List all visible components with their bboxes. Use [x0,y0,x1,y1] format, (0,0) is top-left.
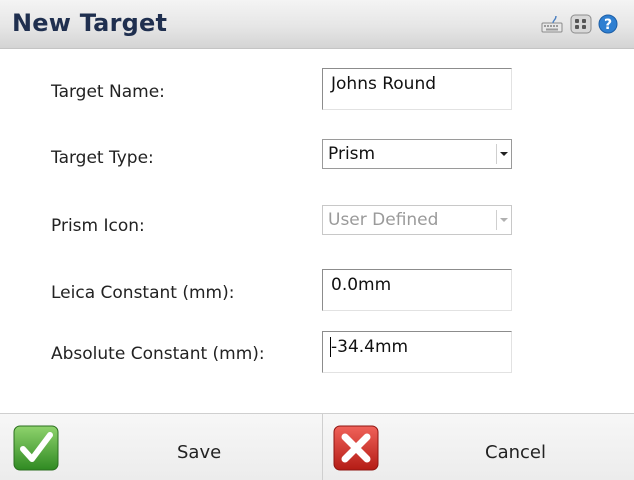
target-type-value: Prism [328,144,376,164]
chevron-down-icon [496,144,510,164]
grid-menu-icon[interactable] [570,14,592,34]
svg-text:?: ? [604,17,612,33]
close-icon [333,425,379,471]
prism-icon-select: User Defined [322,205,512,235]
keyboard-icon[interactable] [541,14,563,34]
checkmark-icon [13,425,59,471]
absolute-constant-value: -34.4mm [331,337,409,357]
save-button[interactable]: Save [0,414,322,480]
leica-constant-label: Leica Constant (mm): [51,283,235,303]
save-label: Save [177,442,222,463]
page-title: New Target [12,9,168,37]
bottom-bar: Save Cancel [0,413,634,480]
target-type-label: Target Type: [51,148,154,168]
target-name-field[interactable]: Johns Round [322,68,512,110]
absolute-constant-field[interactable]: -34.4mm [322,331,512,373]
prism-icon-value: User Defined [328,210,439,230]
cancel-label: Cancel [485,442,546,463]
prism-icon-label: Prism Icon: [51,216,145,236]
chevron-down-icon [496,210,510,230]
cancel-button[interactable]: Cancel [323,414,634,480]
target-type-select[interactable]: Prism [322,139,512,169]
target-name-label: Target Name: [51,82,165,102]
text-caret [330,337,331,357]
target-name-value: Johns Round [331,74,437,94]
title-bar: New Target ? [0,0,634,49]
leica-constant-value: 0.0mm [331,275,392,295]
help-icon[interactable]: ? [598,14,618,34]
absolute-constant-label: Absolute Constant (mm): [51,344,265,364]
leica-constant-field[interactable]: 0.0mm [322,269,512,311]
